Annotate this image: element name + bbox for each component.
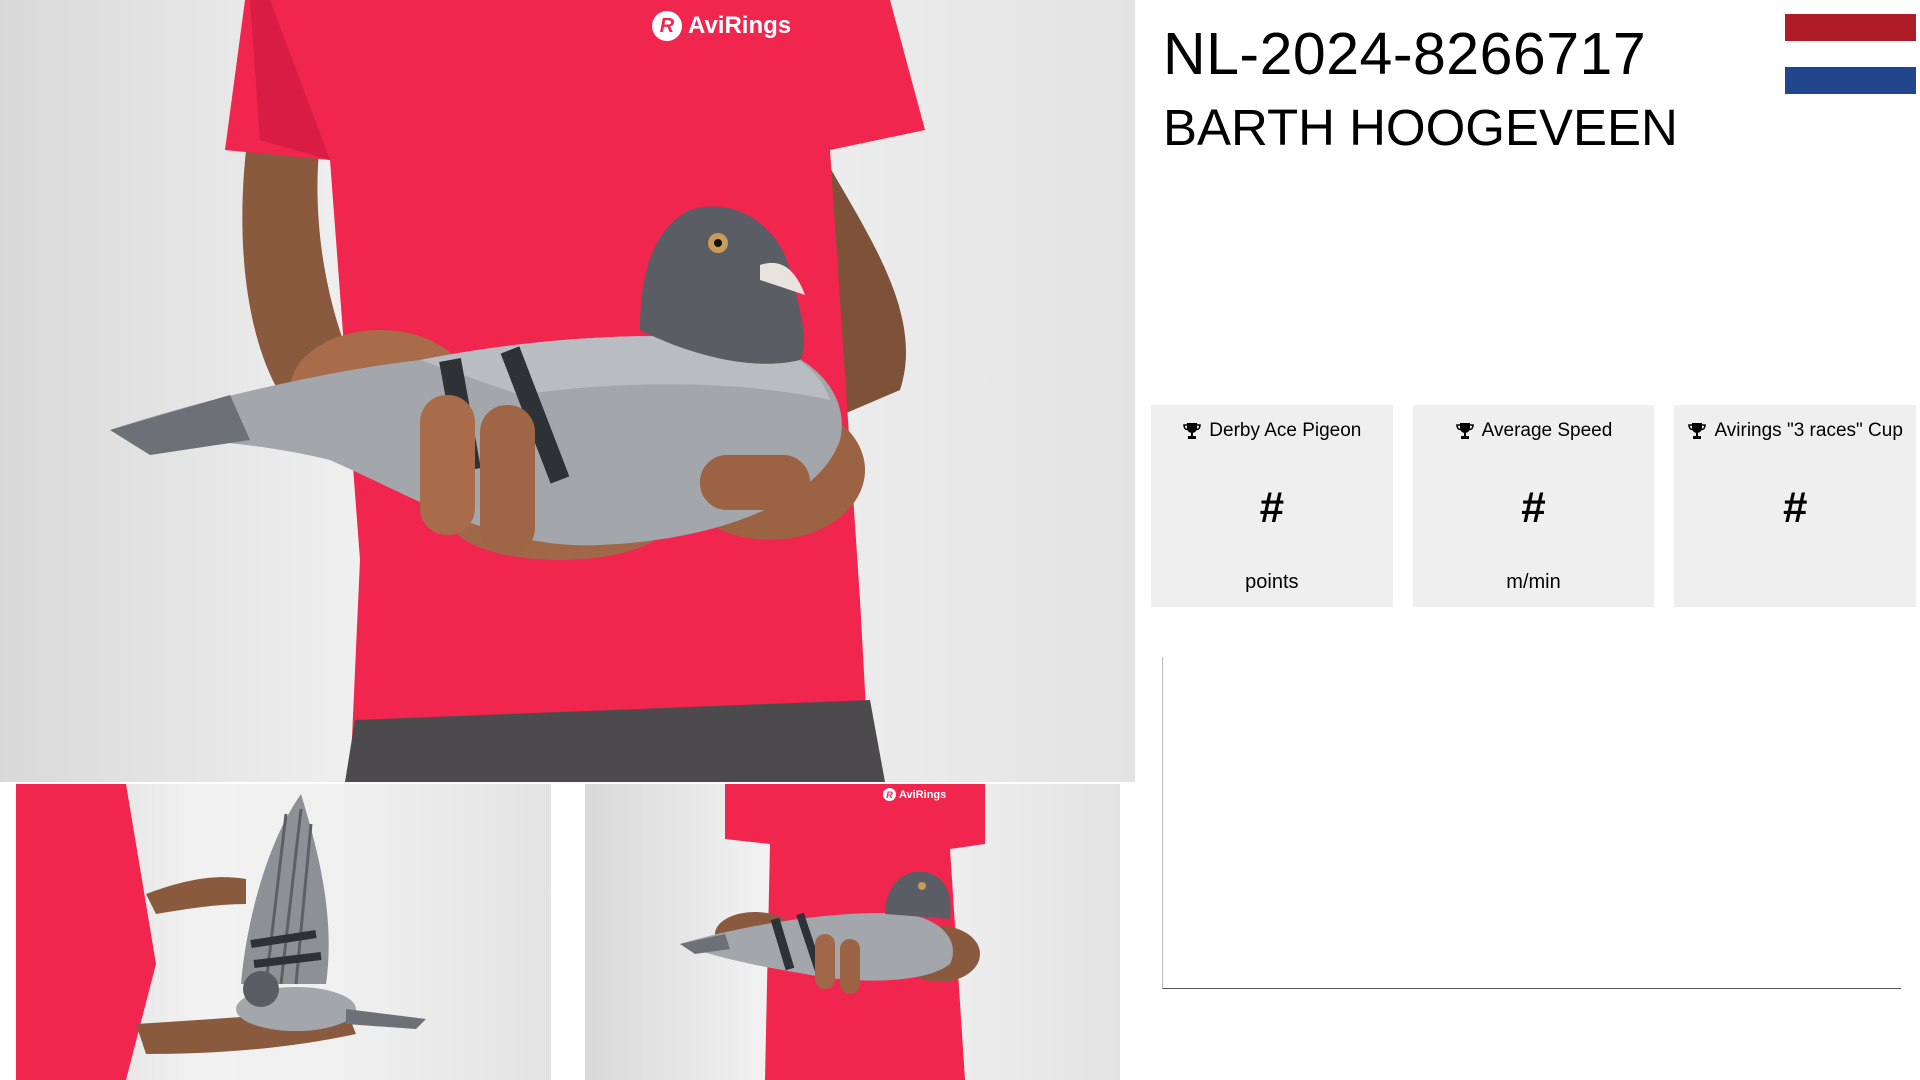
- stat-card-average-speed[interactable]: Average Speed # m/min: [1412, 405, 1655, 607]
- pigeon-wing-illustration: [16, 784, 426, 1080]
- avirings-shirt-logo-small: R AviRings: [883, 788, 946, 801]
- pigeon-held-small-illustration: [680, 784, 985, 1080]
- stat-unit: points: [1245, 571, 1299, 593]
- stats-cards: Derby Ace Pigeon # points Average Speed …: [1151, 405, 1917, 607]
- stat-card-header: Avirings "3 races" Cup: [1674, 418, 1916, 444]
- empty-content-panel: [1162, 657, 1901, 989]
- pigeon-held-illustration: [110, 0, 925, 782]
- trophy-icon: [1688, 423, 1707, 439]
- stat-card-derby-ace-pigeon[interactable]: Derby Ace Pigeon # points: [1151, 405, 1393, 607]
- avirings-logo-icon: R: [883, 788, 896, 801]
- stat-value: #: [1521, 483, 1546, 532]
- owner-name: BARTH HOOGEVEEN: [1163, 99, 1678, 156]
- avirings-logo-text: AviRings: [688, 12, 792, 39]
- stat-unit: m/min: [1506, 571, 1561, 593]
- stat-title: Derby Ace Pigeon: [1209, 420, 1362, 441]
- flag-stripe-red: [1785, 14, 1916, 41]
- stat-card-header: Average Speed: [1413, 418, 1655, 444]
- trophy-icon: [1183, 423, 1202, 439]
- netherlands-flag-icon: [1785, 14, 1916, 94]
- stat-value: #: [1259, 483, 1285, 532]
- side-pigeon-photo[interactable]: R AviRings: [585, 784, 1120, 1080]
- flag-stripe-white: [1785, 40, 1916, 68]
- ring-number: NL-2024-8266717: [1163, 21, 1647, 87]
- flag-stripe-blue: [1785, 67, 1916, 94]
- avirings-logo-icon: R: [652, 11, 682, 41]
- avirings-logo-text: AviRings: [899, 788, 947, 801]
- wing-pigeon-photo[interactable]: [16, 784, 551, 1080]
- main-pigeon-photo[interactable]: R AviRings: [0, 0, 1135, 782]
- stat-card-3-races-cup[interactable]: Avirings "3 races" Cup #: [1674, 405, 1917, 607]
- stat-card-header: Derby Ace Pigeon: [1151, 418, 1393, 444]
- stat-title: Avirings "3 races" Cup: [1714, 420, 1903, 441]
- stat-value: #: [1782, 483, 1808, 532]
- stat-title: Average Speed: [1481, 420, 1613, 441]
- aviringe-shirt-logo: R AviRings: [652, 11, 791, 41]
- trophy-icon: [1455, 423, 1474, 439]
